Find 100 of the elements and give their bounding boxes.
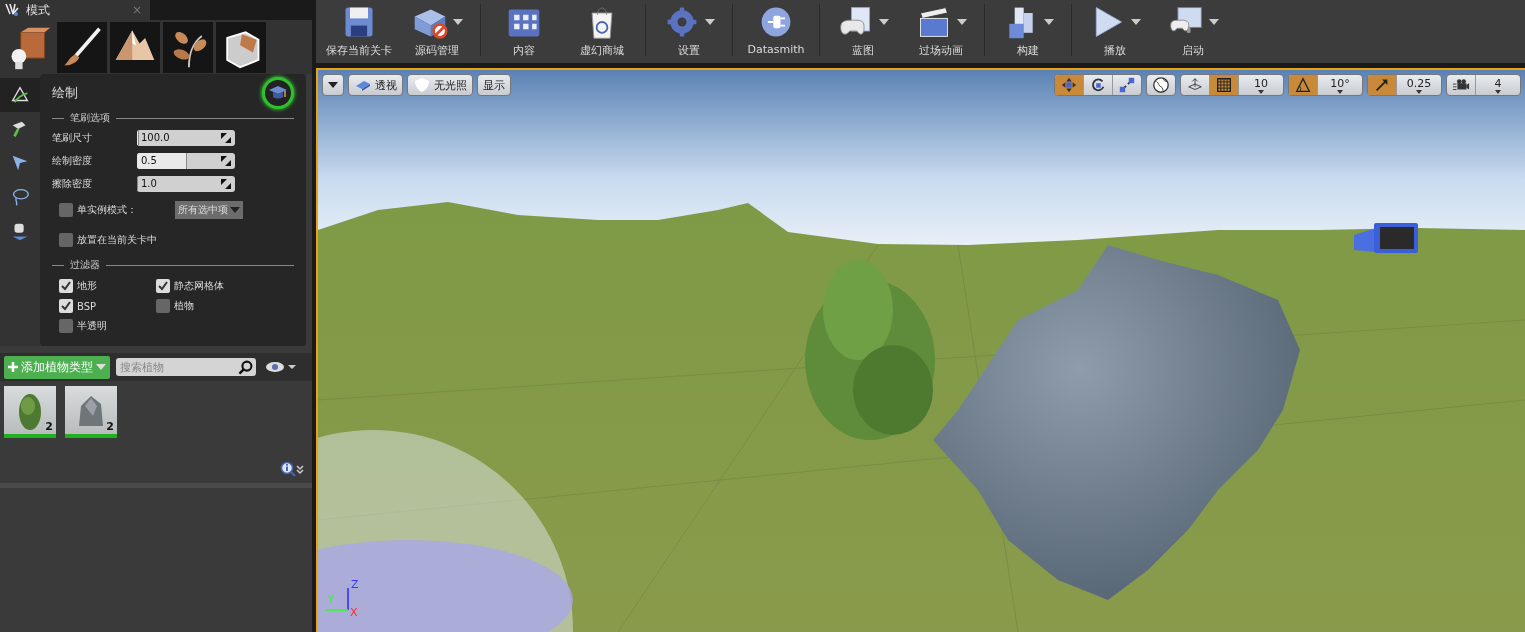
number-slider-field[interactable]: 100.0 (137, 129, 235, 146)
viewport-button[interactable]: 透视 (348, 74, 403, 96)
caret-icon (328, 82, 338, 88)
snap-value: 0.25 (1406, 76, 1432, 90)
resize-handle-icon[interactable] (221, 132, 231, 143)
caret-icon[interactable] (705, 19, 715, 25)
toolbar-button[interactable]: 构建 (989, 0, 1067, 58)
checkbox[interactable] (59, 279, 73, 293)
snap-value: 10 (1254, 76, 1268, 90)
caret-icon[interactable] (1209, 19, 1219, 25)
checkbox[interactable] (59, 319, 73, 333)
section-title: 过滤器 (70, 258, 100, 272)
checkbox-label: 静态网格体 (174, 279, 224, 293)
snap-toggle[interactable] (1368, 75, 1397, 95)
checkbox-label: BSP (77, 300, 97, 312)
viewport-button[interactable]: 显示 (477, 74, 511, 96)
field-value: 1.0 (140, 178, 157, 189)
panel-title: 绘制 (52, 84, 78, 102)
toolbar-button[interactable]: 保存当前关卡 (320, 0, 398, 58)
instance-count: 2 (106, 420, 114, 433)
checkbox[interactable] (156, 279, 170, 293)
resize-handle-icon[interactable] (221, 155, 231, 166)
tool-button[interactable] (0, 78, 40, 112)
checkbox[interactable] (156, 299, 170, 313)
section-title: 笔刷选项 (70, 111, 110, 125)
search-icon[interactable] (238, 360, 253, 375)
caret-icon (230, 207, 240, 213)
scale-arrows-icon (1118, 76, 1136, 94)
toolbar-button[interactable]: 虚幻商城 (563, 0, 641, 58)
number-slider-field[interactable]: 0.5 (137, 152, 235, 169)
caret-icon (1337, 89, 1343, 94)
axis-label: X (350, 606, 358, 619)
toolbar-label: 过场动画 (919, 43, 963, 58)
toolbar-label: 内容 (513, 43, 535, 58)
eye-icon[interactable] (266, 361, 296, 373)
move-arrows-icon (1060, 76, 1078, 94)
toolbar-button[interactable]: 启动 (1154, 0, 1232, 58)
snap-value-dropdown[interactable]: 10° (1318, 75, 1362, 95)
modes-tab[interactable]: 模式 × (0, 0, 150, 20)
snap-value-dropdown[interactable]: 0.25 (1397, 75, 1441, 95)
toolbar-label: 虚幻商城 (580, 43, 624, 58)
field-label: 擦除密度 (52, 176, 93, 191)
number-slider-field[interactable]: 1.0 (137, 175, 235, 192)
paint-tool-icon (9, 84, 31, 106)
checkbox[interactable] (59, 203, 73, 217)
toolbar-button[interactable]: 蓝图 (824, 0, 902, 58)
shield-icon (413, 76, 431, 94)
checkbox[interactable] (59, 233, 73, 247)
snap-value-dropdown[interactable]: 4 (1476, 75, 1520, 95)
snap-value: 4 (1494, 76, 1502, 90)
snap-toggle[interactable] (1289, 75, 1318, 95)
toolbar-button[interactable]: 源码管理 (398, 0, 476, 58)
snap-toggle[interactable] (1210, 75, 1239, 95)
viewport-button[interactable]: 无光照 (407, 74, 473, 96)
search-field[interactable]: 搜索植物 (116, 358, 256, 376)
viewport[interactable]: 透视 无光照 显示 10 10° 0.25 4 Z Y X (316, 68, 1525, 632)
tutorial-button[interactable] (262, 77, 294, 109)
checkbox-label: 半透明 (77, 319, 107, 333)
checkbox-label: 单实例模式： (77, 203, 137, 217)
angle-snap-icon (1294, 76, 1312, 94)
field-value: 100.0 (140, 132, 170, 143)
snap-toggle[interactable] (1055, 75, 1084, 95)
toolbar-label: 播放 (1104, 43, 1126, 58)
toolbar-button[interactable]: 过场动画 (902, 0, 980, 58)
tab-title: 模式 (26, 1, 50, 19)
dropdown-button[interactable]: 所有选中项 (175, 201, 243, 219)
axis-label: Y (328, 594, 335, 605)
caret-icon[interactable] (879, 19, 889, 25)
checkbox[interactable] (59, 299, 73, 313)
grid-icon (1215, 76, 1233, 94)
rotate-icon (1089, 76, 1107, 94)
snap-value-dropdown[interactable]: 10 (1239, 75, 1283, 95)
plus-icon (8, 362, 18, 372)
caret-icon (1258, 89, 1264, 94)
resize-handle-icon[interactable] (221, 178, 231, 189)
toolbar-button[interactable]: 播放 (1076, 0, 1154, 58)
caret-icon[interactable] (1131, 19, 1141, 25)
toolbar-button[interactable]: Datasmith (737, 0, 815, 56)
foliage-thumbnail[interactable]: 2 (65, 386, 117, 438)
caret-icon[interactable] (957, 19, 967, 25)
foliage-thumbnail[interactable]: 2 (4, 386, 56, 438)
field-label: 绘制密度 (52, 153, 93, 168)
toolbar-button[interactable]: 设置 (650, 0, 728, 58)
caret-icon (1416, 89, 1422, 94)
caret-icon (96, 364, 106, 370)
checkbox-label: 地形 (77, 279, 97, 293)
snap-value: 10° (1330, 76, 1350, 90)
toolbar-label: 设置 (678, 43, 700, 58)
axis-label: Z (351, 578, 359, 591)
toolbar-label: 启动 (1182, 43, 1204, 58)
field-label: 笔刷尺寸 (52, 130, 93, 145)
caret-icon (1495, 89, 1501, 94)
toolbar-label: 构建 (1017, 43, 1039, 58)
toolbar-label: 源码管理 (415, 43, 459, 58)
viewport-options-button[interactable] (322, 74, 344, 96)
caret-icon[interactable] (1044, 19, 1054, 25)
toolbar-label: 保存当前关卡 (326, 43, 392, 58)
toolbar-button[interactable]: 内容 (485, 0, 563, 58)
logo-icon (4, 2, 20, 18)
caret-icon[interactable] (453, 19, 463, 25)
